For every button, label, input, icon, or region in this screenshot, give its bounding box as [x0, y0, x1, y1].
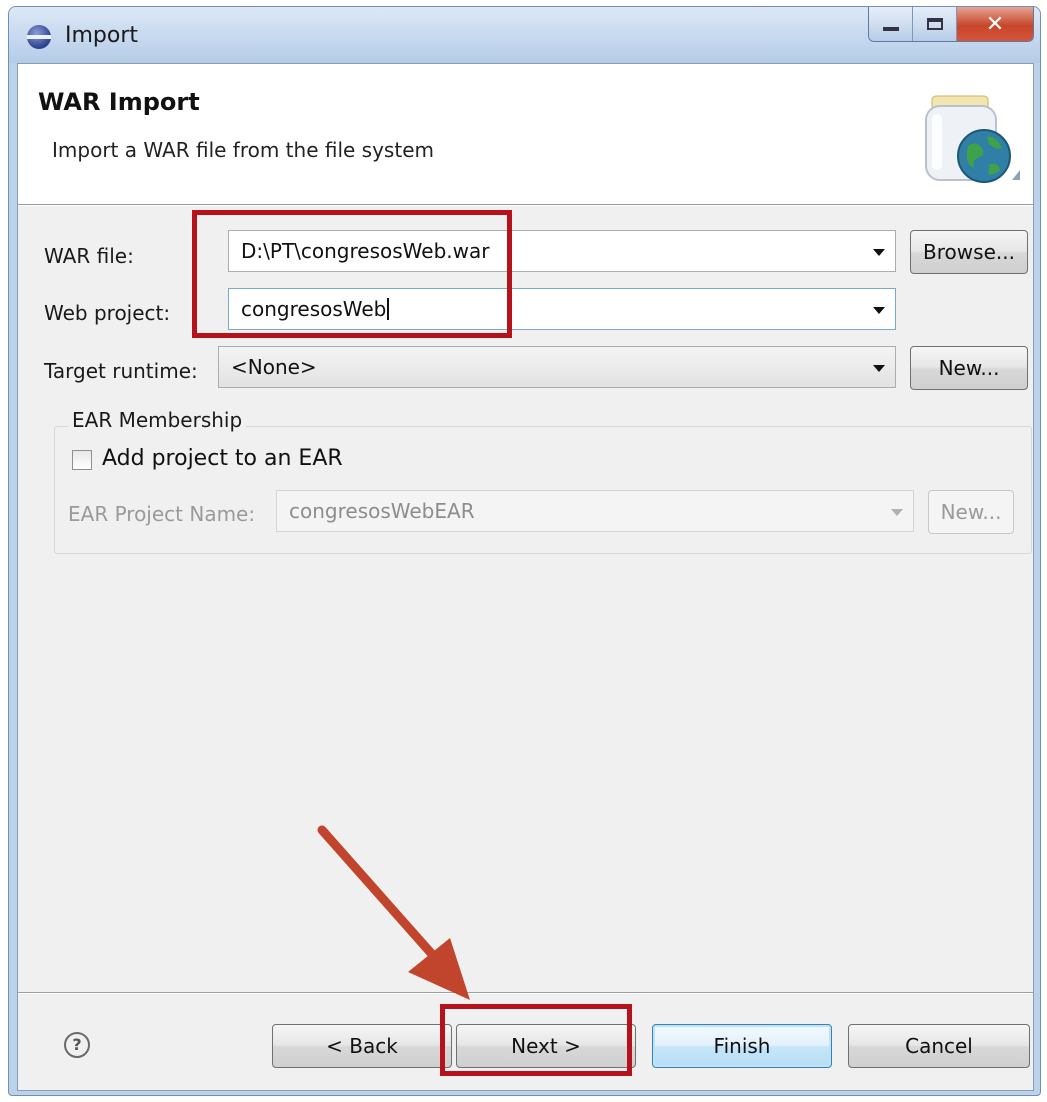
footer-separator — [18, 992, 1033, 994]
page-title: WAR Import — [38, 88, 200, 116]
ear-project-name-label: EAR Project Name: — [68, 502, 256, 526]
minimize-icon — [882, 27, 899, 31]
window-title: Import — [65, 23, 139, 48]
target-runtime-combo[interactable]: <None> — [218, 346, 896, 388]
dropdown-arrow-icon[interactable] — [873, 307, 885, 314]
annotation-box-fields — [192, 210, 512, 338]
import-dialog-window: Import ✕ WAR Import Import a WAR file fr… — [8, 6, 1041, 1096]
ear-new-button: New... — [928, 490, 1014, 534]
browse-button[interactable]: Browse... — [910, 230, 1028, 274]
close-button[interactable]: ✕ — [957, 7, 1033, 41]
dropdown-arrow-icon[interactable] — [873, 249, 885, 256]
dropdown-arrow-icon[interactable] — [873, 365, 885, 372]
ear-project-name-combo: congresosWebEAR — [276, 490, 914, 532]
runtime-new-button[interactable]: New... — [910, 346, 1028, 390]
war-file-label: WAR file: — [44, 244, 134, 268]
target-runtime-label: Target runtime: — [44, 359, 198, 383]
wizard-header: WAR Import Import a WAR file from the fi… — [18, 64, 1033, 206]
header-separator — [18, 205, 1033, 206]
eclipse-app-icon — [27, 25, 51, 49]
annotation-box-next — [440, 1004, 632, 1076]
target-runtime-value: <None> — [231, 355, 317, 379]
finish-button[interactable]: Finish — [652, 1024, 832, 1068]
add-to-ear-label[interactable]: Add project to an EAR — [102, 446, 343, 471]
help-icon[interactable]: ? — [64, 1032, 90, 1058]
maximize-button[interactable] — [913, 7, 957, 41]
ear-membership-label: EAR Membership — [68, 408, 247, 432]
minimize-button[interactable] — [869, 7, 913, 41]
web-project-label: Web project: — [44, 301, 171, 325]
back-button[interactable]: < Back — [272, 1024, 452, 1068]
ear-project-name-value: congresosWebEAR — [289, 499, 475, 523]
caption-buttons: ✕ — [868, 7, 1034, 42]
add-to-ear-checkbox[interactable] — [72, 450, 92, 470]
title-bar[interactable]: Import ✕ — [9, 7, 1040, 63]
dialog-client-area: WAR Import Import a WAR file from the fi… — [17, 63, 1034, 1091]
cancel-button[interactable]: Cancel — [848, 1024, 1030, 1068]
maximize-icon — [926, 18, 943, 30]
page-description: Import a WAR file from the file system — [52, 138, 434, 162]
war-jar-globe-icon — [925, 95, 1020, 183]
dropdown-arrow-icon — [891, 509, 903, 516]
close-icon: ✕ — [985, 11, 1005, 37]
